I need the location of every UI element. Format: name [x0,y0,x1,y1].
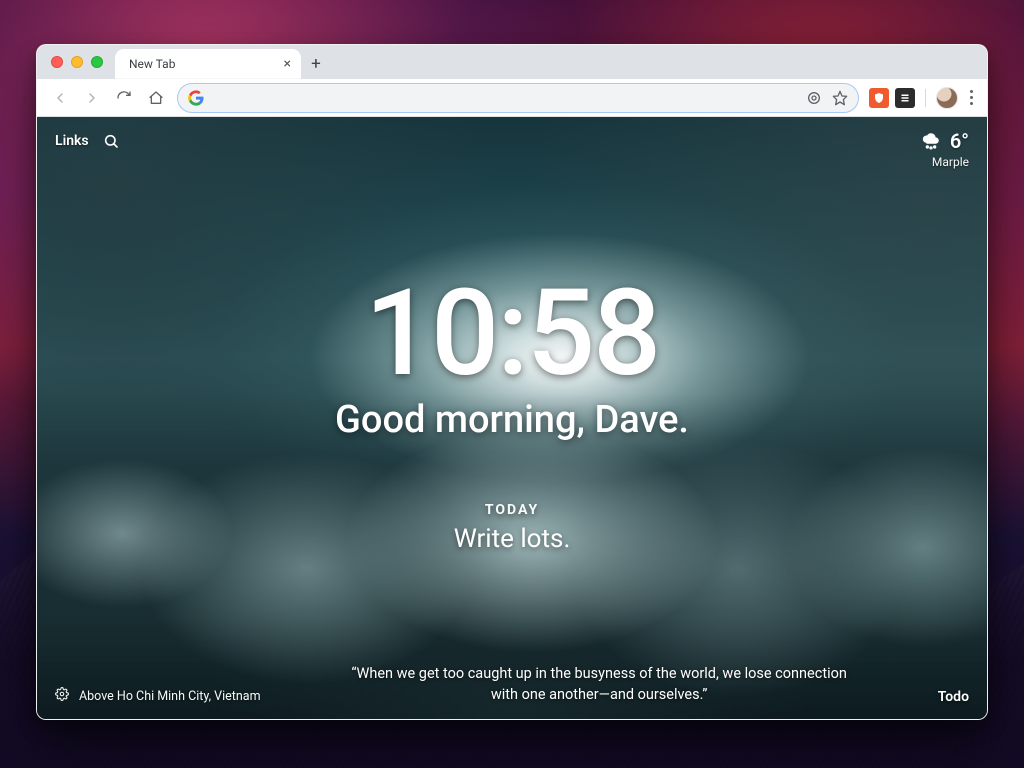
search-icon [103,133,119,149]
browser-tab[interactable]: New Tab × [115,49,301,79]
home-icon [148,90,164,106]
profile-avatar[interactable] [936,87,958,109]
shield-icon [873,92,885,104]
bottom-bar: Above Ho Chi Minh City, Vietnam “When we… [37,663,987,705]
weather-temp: 6° [950,129,969,153]
new-tab-button[interactable]: + [303,51,329,77]
extensions-area [869,87,979,109]
reload-button[interactable] [109,83,139,113]
browser-toolbar [37,79,987,117]
window-controls [47,45,109,79]
focus-block: TODAY Write lots. [37,502,987,554]
target-icon[interactable] [806,90,822,106]
omnibox-input[interactable] [212,90,798,105]
forward-button[interactable] [77,83,107,113]
extension-button-2[interactable] [895,88,915,108]
google-g-icon [188,90,204,106]
settings-button[interactable] [55,687,69,705]
back-button[interactable] [45,83,75,113]
center-block: 10:58 Good morning, Dave. [37,274,987,442]
home-button[interactable] [141,83,171,113]
weather-location: Marple [920,155,969,169]
tab-strip: New Tab × + [37,45,987,79]
omnibox[interactable] [177,83,859,113]
stack-icon [899,92,911,104]
extension-button-1[interactable] [869,88,889,108]
photo-caption[interactable]: Above Ho Chi Minh City, Vietnam [79,689,261,704]
separator [925,89,926,107]
bottom-left: Above Ho Chi Minh City, Vietnam [55,687,261,705]
arrow-left-icon [52,90,68,106]
window-minimize-button[interactable] [71,56,83,68]
snow-cloud-icon [920,130,942,152]
star-icon[interactable] [832,90,848,106]
greeting: Good morning, Dave. [37,398,987,442]
todo-button[interactable]: Todo [938,689,969,705]
browser-menu-button[interactable] [964,90,979,105]
focus-label: TODAY [37,502,987,518]
window-close-button[interactable] [51,56,63,68]
tab-title: New Tab [129,57,175,71]
top-left-controls: Links [55,133,119,149]
arrow-right-icon [84,90,100,106]
quote[interactable]: “When we get too caught up in the busyne… [339,663,859,705]
window-maximize-button[interactable] [91,56,103,68]
gear-icon [55,687,69,701]
focus-text[interactable]: Write lots. [37,524,987,554]
tab-close-button[interactable]: × [284,57,291,71]
links-button[interactable]: Links [55,133,89,149]
omnibox-actions [806,90,848,106]
search-button[interactable] [103,133,119,149]
reload-icon [116,90,132,106]
browser-window: New Tab × + [36,44,988,720]
clock: 10:58 [37,274,987,394]
weather-widget[interactable]: 6° Marple [920,129,969,169]
new-tab-page: Links 6° Marple 10:58 Good morning, Dave… [37,117,987,719]
